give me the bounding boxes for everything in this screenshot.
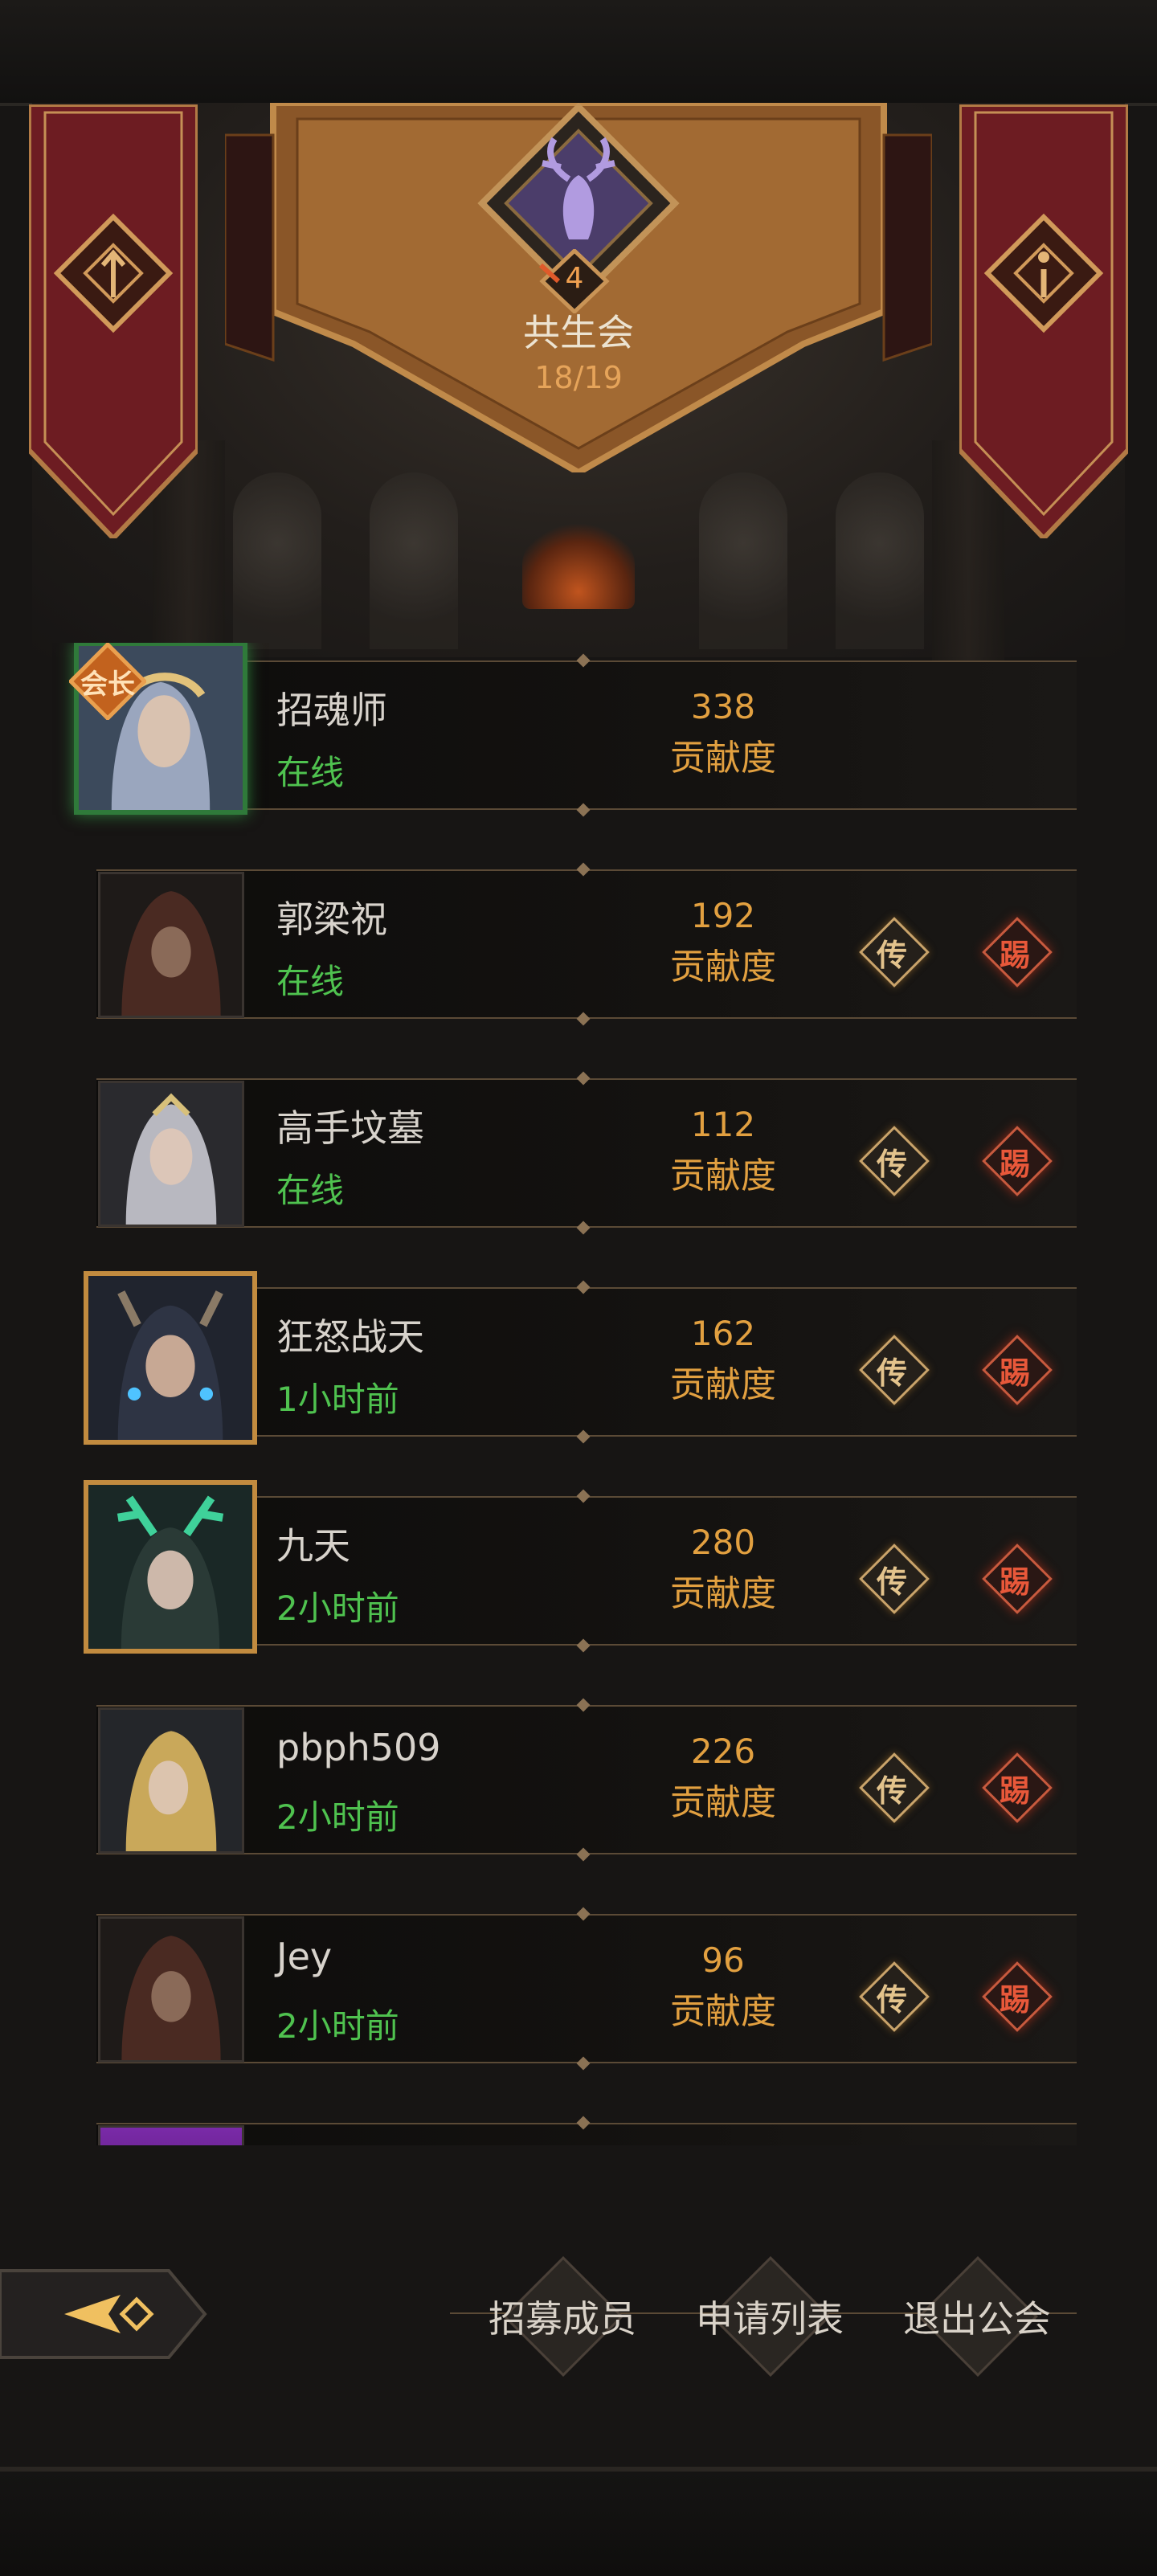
member-avatar[interactable] [98, 2125, 244, 2145]
guild-member-count: 18/19 [534, 360, 623, 395]
kick-member-button[interactable]: 踢 [982, 1126, 1053, 1196]
kick-member-button[interactable]: 踢 [982, 917, 1053, 987]
member-row[interactable]: 九天 2小时前 280 贡献度 传 踢 [0, 1478, 1157, 1687]
hooded-rogue-icon [100, 874, 242, 1016]
leader-badge-label: 会长 [80, 669, 135, 701]
member-name: Jey [276, 1935, 333, 1978]
recruit-members-label: 招募成员 [489, 2297, 636, 2341]
member-score: 338 [690, 687, 756, 726]
transfer-leader-label: 传 [876, 1982, 907, 2018]
back-button[interactable] [0, 2264, 209, 2364]
member-avatar[interactable] [98, 1707, 244, 1854]
kick-member-button[interactable]: 踢 [982, 1752, 1053, 1823]
guild-level: 4 [565, 262, 584, 295]
member-name: 狂怒战天 [276, 1315, 424, 1359]
member-row[interactable]: 会长 招魂师 在线 338 贡献度 [0, 643, 1157, 852]
member-status: 2小时前 [276, 2006, 399, 2046]
member-status: 在线 [276, 753, 345, 792]
member-score: 226 [690, 1732, 756, 1771]
member-row[interactable]: pbph509 2小时前 226 贡献度 传 踢 [0, 1687, 1157, 1896]
blonde-paladin-icon [100, 1710, 242, 1851]
kick-member-button[interactable]: 踢 [982, 1335, 1053, 1405]
transfer-leader-label: 传 [876, 938, 907, 973]
antler-elf-icon [88, 1485, 252, 1649]
member-score-label: 贡献度 [670, 1155, 776, 1196]
member-avatar[interactable] [98, 1081, 244, 1227]
member-row[interactable]: 郭梁祝 在线 192 贡献度 传 踢 [0, 852, 1157, 1061]
member-score-label: 贡献度 [670, 947, 776, 987]
application-list-button[interactable]: 申请列表 [673, 2250, 866, 2378]
transfer-leader-label: 传 [876, 1773, 907, 1809]
member-row[interactable]: Jey 2小时前 96 贡献度 传 踢 [0, 1896, 1157, 2105]
member-list[interactable]: 会长 招魂师 在线 338 贡献度 郭梁祝 在线 192 贡献度 传 踢 高手坟… [0, 643, 1157, 2145]
kick-member-label: 踢 [999, 1564, 1030, 1600]
hooded-rogue-icon [100, 1919, 242, 2060]
leave-guild-label: 退出公会 [903, 2297, 1051, 2341]
member-score-label: 贡献度 [670, 738, 776, 779]
member-status: 在线 [276, 1171, 345, 1210]
silver-hair-female-icon [100, 1083, 242, 1225]
transfer-leader-button[interactable]: 传 [859, 1961, 930, 2032]
transfer-leader-button[interactable]: 传 [859, 1335, 930, 1405]
member-score-label: 贡献度 [670, 1782, 776, 1823]
transfer-leader-label: 传 [876, 1147, 907, 1182]
guild-name: 共生会 [523, 311, 634, 354]
kick-member-button[interactable]: 踢 [982, 1961, 1053, 2032]
kick-member-label: 踢 [999, 938, 1030, 973]
transfer-leader-button[interactable]: 传 [859, 1544, 930, 1614]
leave-guild-button[interactable]: 退出公会 [881, 2250, 1073, 2378]
top-frame [0, 0, 1157, 106]
member-score: 280 [690, 1523, 756, 1562]
member-status: 2小时前 [276, 1797, 399, 1837]
member-name: pbph509 [276, 1726, 441, 1769]
member-row[interactable]: 高手坟墓 在线 112 贡献度 传 踢 [0, 1061, 1157, 1270]
transfer-leader-button[interactable]: 传 [859, 1752, 930, 1823]
member-name: 九天 [276, 1524, 350, 1568]
transfer-leader-button[interactable]: 传 [859, 917, 930, 987]
member-avatar[interactable] [84, 1480, 257, 1654]
horned-warrior-icon [88, 1276, 252, 1440]
member-status: 1小时前 [276, 1380, 399, 1419]
member-avatar[interactable] [98, 1916, 244, 2063]
member-score-label: 贡献度 [670, 1364, 776, 1405]
kick-member-label: 踢 [999, 1147, 1030, 1182]
member-score: 192 [690, 896, 756, 935]
member-status: 2小时前 [276, 1589, 399, 1628]
member-name: 高手坟墓 [276, 1106, 424, 1150]
member-row[interactable]: 狂怒战天 1小时前 162 贡献度 传 踢 [0, 1270, 1157, 1478]
kick-member-label: 踢 [999, 1355, 1030, 1391]
member-score: 96 [701, 1940, 745, 1980]
member-row[interactable] [0, 2105, 1157, 2145]
bottom-action-bar: 招募成员 申请列表 退出公会 [0, 2250, 1157, 2378]
kick-member-label: 踢 [999, 1982, 1030, 2018]
kick-member-button[interactable]: 踢 [982, 1544, 1053, 1614]
bottom-frame [0, 2467, 1157, 2576]
member-avatar[interactable] [84, 1271, 257, 1445]
transfer-leader-label: 传 [876, 1564, 907, 1600]
member-score-label: 贡献度 [670, 1573, 776, 1614]
kick-member-label: 踢 [999, 1773, 1030, 1809]
member-score: 112 [690, 1105, 756, 1144]
application-list-label: 申请列表 [696, 2297, 844, 2341]
transfer-leader-label: 传 [876, 1355, 907, 1391]
member-avatar[interactable] [98, 872, 244, 1018]
member-status: 在线 [276, 962, 345, 1001]
transfer-leader-button[interactable]: 传 [859, 1126, 930, 1196]
member-score-label: 贡献度 [670, 1991, 776, 2032]
member-name: 招魂师 [276, 689, 387, 732]
member-score: 162 [690, 1314, 756, 1353]
recruit-members-button[interactable]: 招募成员 [466, 2250, 659, 2378]
member-name: 郭梁祝 [276, 898, 387, 941]
